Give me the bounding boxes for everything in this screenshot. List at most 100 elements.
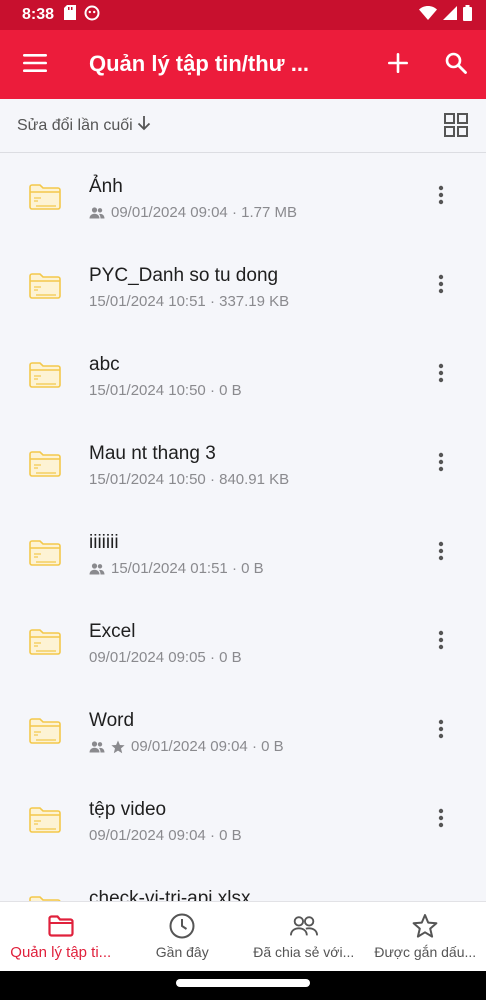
search-button[interactable]	[441, 50, 471, 80]
nav-label-shared: Đã chia sẻ với...	[253, 944, 355, 960]
file-meta: 15/01/2024 10:50 · 840.91 KB	[89, 471, 289, 488]
more-vert-icon	[438, 363, 444, 388]
page-title: Quản lý tập tin/thư ...	[89, 51, 310, 76]
file-name: check-vi-tri-api.xlsx	[89, 888, 251, 902]
file-meta: 09/01/2024 09:04 · 0 B	[89, 738, 284, 755]
home-indicator[interactable]	[176, 979, 310, 987]
list-item[interactable]: Excel 09/01/2024 09:05 · 0 B	[0, 598, 486, 687]
file-name: abc	[89, 354, 120, 375]
screen: 8:38 Quản lý tập tin/thư ... Sửa đổi lần…	[0, 0, 486, 1000]
folder-icon	[28, 717, 62, 745]
status-time: 8:38	[22, 6, 55, 23]
more-options-button[interactable]	[430, 540, 452, 566]
sd-card-icon	[64, 5, 77, 25]
file-meta: 09/01/2024 09:04 · 0 B	[89, 827, 242, 844]
folder-icon	[28, 272, 62, 300]
wifi-icon	[419, 5, 437, 25]
file-meta: 09/01/2024 09:04 · 1.77 MB	[89, 204, 297, 221]
bottom-navigation: Quản lý tập ti... Gần đây Đã chia sẻ với…	[0, 901, 486, 971]
folder-icon	[47, 912, 75, 940]
sort-button[interactable]: Sửa đổi lần cuối	[17, 115, 151, 136]
people-icon	[289, 912, 318, 940]
file-meta: 15/01/2024 10:51 · 337.19 KB	[89, 293, 289, 310]
list-item[interactable]: tệp video 09/01/2024 09:04 · 0 B	[0, 776, 486, 865]
folder-icon	[28, 539, 62, 567]
nav-label-recent: Gần đây	[155, 944, 209, 960]
more-options-button[interactable]	[430, 184, 452, 210]
sort-bar: Sửa đổi lần cuối	[0, 99, 486, 153]
more-options-button[interactable]	[430, 807, 452, 833]
list-item[interactable]: abc 15/01/2024 10:50 · 0 B	[0, 331, 486, 420]
file-meta-text: 09/01/2024 09:04 · 0 B	[131, 738, 284, 755]
more-vert-icon	[438, 719, 444, 744]
more-vert-icon	[438, 185, 444, 210]
file-meta-text: 15/01/2024 10:51 · 337.19 KB	[89, 293, 290, 310]
more-options-button[interactable]	[430, 273, 452, 299]
signal-icon	[443, 5, 457, 25]
file-meta-text: 09/01/2024 09:04 · 0 B	[89, 827, 242, 844]
more-options-button[interactable]	[430, 362, 452, 388]
list-item[interactable]: Ảnh 09/01/2024 09:04 · 1.77 MB	[0, 153, 486, 242]
file-list: Ảnh 09/01/2024 09:04 · 1.77 MB PYC_Danh so…	[0, 153, 486, 902]
sort-label: Sửa đổi lần cuối	[17, 116, 133, 134]
list-item[interactable]: iiiiiii 15/01/2024 01:51 · 0 B	[0, 509, 486, 598]
shared-icon	[89, 206, 105, 219]
search-icon	[445, 52, 467, 79]
more-vert-icon	[438, 452, 444, 477]
menu-button[interactable]	[20, 50, 50, 80]
more-options-button[interactable]	[430, 451, 452, 477]
status-bar: 8:38	[0, 0, 486, 30]
battery-icon	[463, 4, 472, 26]
grid-view-icon	[444, 113, 468, 141]
list-item[interactable]: check-vi-tri-api.xlsx	[0, 865, 486, 902]
file-name: Mau nt thang 3	[89, 443, 216, 464]
nav-shared[interactable]: Đã chia sẻ với...	[243, 902, 365, 972]
arrow-down-icon	[137, 115, 151, 136]
nav-label-starred: Được gắn dấu...	[374, 944, 477, 960]
file-meta: 15/01/2024 01:51 · 0 B	[89, 560, 264, 577]
shared-icon	[89, 562, 105, 575]
file-name: iiiiiii	[89, 532, 119, 553]
folder-icon	[28, 628, 62, 656]
more-options-button[interactable]	[430, 718, 452, 744]
file-meta: 09/01/2024 09:05 · 0 B	[89, 649, 242, 666]
more-vert-icon	[438, 541, 444, 566]
more-vert-icon	[438, 630, 444, 655]
starred-icon	[111, 740, 125, 754]
more-vert-icon	[438, 274, 444, 299]
menu-icon	[23, 53, 47, 77]
file-meta-text: 15/01/2024 10:50 · 840.91 KB	[89, 471, 290, 488]
star-icon	[411, 912, 439, 940]
file-meta-text: 09/01/2024 09:05 · 0 B	[89, 649, 242, 666]
nav-label-file-manager: Quản lý tập ti...	[10, 944, 112, 961]
clock-icon	[168, 912, 196, 940]
shared-icon	[89, 740, 105, 753]
grid-view-button[interactable]	[444, 113, 468, 137]
file-meta-text: 09/01/2024 09:04 · 1.77 MB	[111, 204, 297, 221]
list-item[interactable]: Mau nt thang 3 15/01/2024 10:50 · 840.91 …	[0, 420, 486, 509]
folder-icon	[28, 361, 62, 389]
file-name: tệp video	[89, 799, 167, 820]
nav-starred[interactable]: Được gắn dấu...	[365, 902, 486, 972]
add-button[interactable]	[383, 50, 413, 80]
nav-recent[interactable]: Gần đây	[122, 902, 244, 972]
folder-icon	[28, 183, 62, 211]
file-name: Excel	[89, 621, 136, 642]
list-item[interactable]: PYC_Danh so tu dong 15/01/2024 10:51 · 33…	[0, 242, 486, 331]
system-navigation-bar	[0, 971, 486, 1000]
file-meta-text: 15/01/2024 10:50 · 0 B	[89, 382, 242, 399]
file-meta: 15/01/2024 10:50 · 0 B	[89, 382, 242, 399]
list-item[interactable]: Word 09/01/2024 09:04 · 0 B	[0, 687, 486, 776]
folder-icon	[28, 450, 62, 478]
add-icon	[388, 52, 408, 78]
file-name: PYC_Danh so tu dong	[89, 265, 279, 286]
nav-file-manager[interactable]: Quản lý tập ti...	[0, 902, 122, 972]
more-vert-icon	[438, 808, 444, 833]
file-meta-text: 15/01/2024 01:51 · 0 B	[111, 560, 264, 577]
file-name: Word	[89, 710, 135, 731]
app-bar: Quản lý tập tin/thư ...	[0, 30, 486, 99]
folder-icon	[28, 806, 62, 834]
more-options-button[interactable]	[430, 629, 452, 655]
app-notification-icon	[84, 5, 100, 26]
file-name: Ảnh	[89, 176, 123, 197]
